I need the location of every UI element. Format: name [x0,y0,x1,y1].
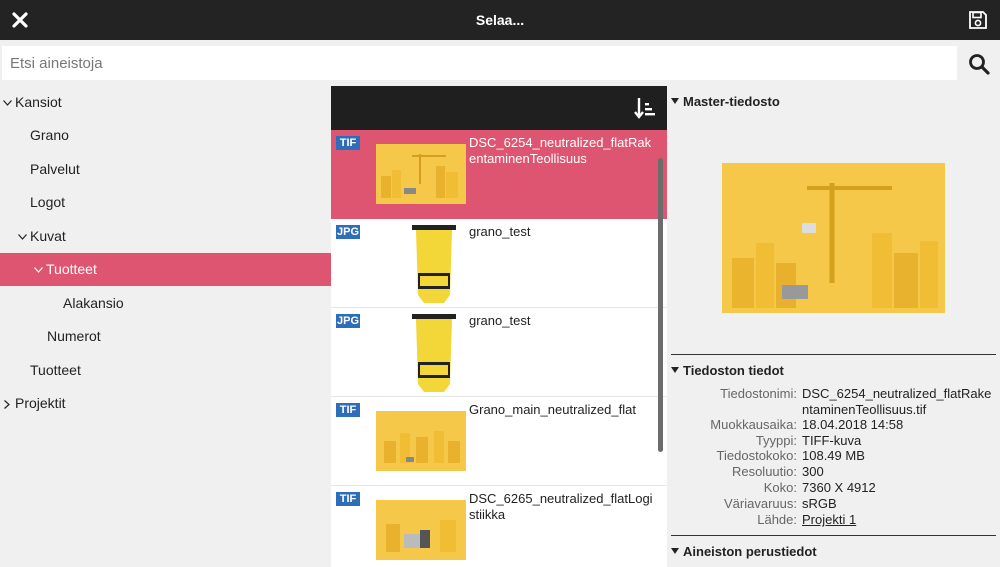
folder-tree: Kansiot Grano Palvelut Logot Kuvat Tuott… [0,86,331,567]
file-thumbnail [376,500,466,560]
meta-value: TIFF-kuva [802,433,862,448]
file-name: Grano_main_neutralized_flat [469,402,636,417]
file-item[interactable]: JPG grano_test [331,308,667,397]
file-type-badge: TIF [336,136,360,150]
source-link[interactable]: Projekti 1 [802,512,856,527]
tree-item-numerot[interactable]: Numerot [0,320,331,353]
chevron-down-icon [2,86,12,119]
basic-info-section-header[interactable]: Aineiston perustiedot [671,544,817,559]
file-list-header [331,86,667,130]
meta-row-filename: Tiedostonimi: DSC_6254_neutralized_flatR… [667,386,1000,418]
tree-item-alakansio[interactable]: Alakansio [0,287,331,320]
tree-item-kuvat[interactable]: Kuvat [0,220,331,253]
save-icon[interactable] [966,7,990,33]
meta-key: Lähde: [757,512,797,527]
tree-item-label: Palvelut [30,161,80,177]
triangle-down-icon [671,367,679,373]
section-title: Aineiston perustiedot [683,544,817,559]
meta-key: Muokkausaika: [710,417,797,432]
file-name: DSC_6265_neutralized_flatLogistiikka [469,491,653,522]
meta-value: DSC_6254_neutralized_flatRakentaminenTeo… [802,386,992,417]
file-item[interactable]: JPG grano_test [331,219,667,308]
file-type-badge: TIF [336,492,360,506]
file-type-badge: JPG [336,225,360,239]
file-thumbnail [376,144,466,204]
tree-item-grano[interactable]: Grano [0,119,331,152]
tree-item-label: Kansiot [15,94,62,110]
meta-value: sRGB [802,496,837,511]
tree-item-label: Numerot [47,328,101,344]
top-bar: Selaa... [0,0,1000,40]
meta-value: 300 [802,464,824,479]
detail-pane: Master-tiedosto Tiedoston tiedot Tiedost… [667,86,1000,567]
triangle-down-icon [671,548,679,554]
master-section-header[interactable]: Master-tiedosto [671,94,780,109]
section-title: Tiedoston tiedot [683,363,784,378]
tree-item-label: Tuotteet [30,362,81,378]
meta-key: Resoluutio: [731,464,797,479]
meta-row-modified: Muokkausaika: 18.04.2018 14:58 [667,417,1000,433]
scrollbar[interactable] [658,158,663,452]
file-thumbnail [412,314,456,392]
file-item[interactable]: TIF DSC_6265_neutralized_flatLogistiikka [331,486,667,567]
meta-key: Väriavaruus: [724,496,797,511]
meta-key: Tyyppi: [755,433,797,448]
meta-key: Koko: [763,480,797,495]
file-name: DSC_6254_neutralized_flatRakentaminenTeo… [469,135,652,166]
tree-item-label: Projektit [15,395,66,411]
meta-row-colorspace: Väriavaruus: sRGB [667,496,1000,512]
file-name: grano_test [469,224,531,239]
chevron-down-icon [33,253,43,286]
meta-row-source: Lähde: Projekti 1 [667,512,1000,528]
tree-item-label: Grano [30,127,69,143]
sort-icon[interactable] [633,96,657,120]
meta-row-resolution: Resoluutio: 300 [667,464,1000,480]
tree-item-label: Tuotteet [46,261,97,277]
master-preview-image [722,163,945,313]
file-info-section-header[interactable]: Tiedoston tiedot [671,363,784,378]
meta-value: 18.04.2018 14:58 [802,417,904,432]
meta-value: 7360 X 4912 [802,480,876,495]
meta-key: Tiedostokoko: [716,448,797,463]
tree-item-label: Alakansio [63,295,124,311]
tree-item-label: Kuvat [30,228,66,244]
file-item-selected[interactable]: TIF DSC_6254_neutralized_flatRakentamine… [331,130,667,219]
file-type-badge: JPG [336,314,360,328]
meta-value: 108.49 MB [802,448,865,463]
chevron-down-icon [17,220,27,253]
search-icon[interactable] [962,50,996,78]
search-input[interactable] [2,46,957,80]
file-type-badge: TIF [336,403,360,417]
meta-key: Tiedostonimi: [720,386,797,401]
tree-item-kansiot[interactable]: Kansiot [0,86,331,119]
divider [671,535,996,536]
tree-item-palvelut[interactable]: Palvelut [0,153,331,186]
file-list: TIF DSC_6254_neutralized_flatRakentamine… [331,86,667,567]
tree-item-tuotteet-selected[interactable]: Tuotteet [0,253,331,286]
tree-item-projektit[interactable]: Projektit [0,387,331,420]
tree-item-tuotteet[interactable]: Tuotteet [0,354,331,387]
meta-value: Projekti 1 [802,512,997,528]
section-title: Master-tiedosto [683,94,780,109]
chevron-right-icon [2,387,12,420]
meta-row-dimensions: Koko: 7360 X 4912 [667,480,1000,496]
tree-item-logot[interactable]: Logot [0,186,331,219]
search-bar [0,40,1000,86]
file-thumbnail [376,411,466,471]
triangle-down-icon [671,98,679,104]
meta-row-type: Tyyppi: TIFF-kuva [667,433,1000,449]
divider [671,354,996,355]
page-title: Selaa... [475,12,525,28]
file-item[interactable]: TIF Grano_main_neutralized_flat [331,397,667,486]
tree-item-label: Logot [30,194,66,210]
file-thumbnail [412,225,456,303]
meta-row-size: Tiedostokoko: 108.49 MB [667,448,1000,464]
file-name: grano_test [469,313,531,328]
